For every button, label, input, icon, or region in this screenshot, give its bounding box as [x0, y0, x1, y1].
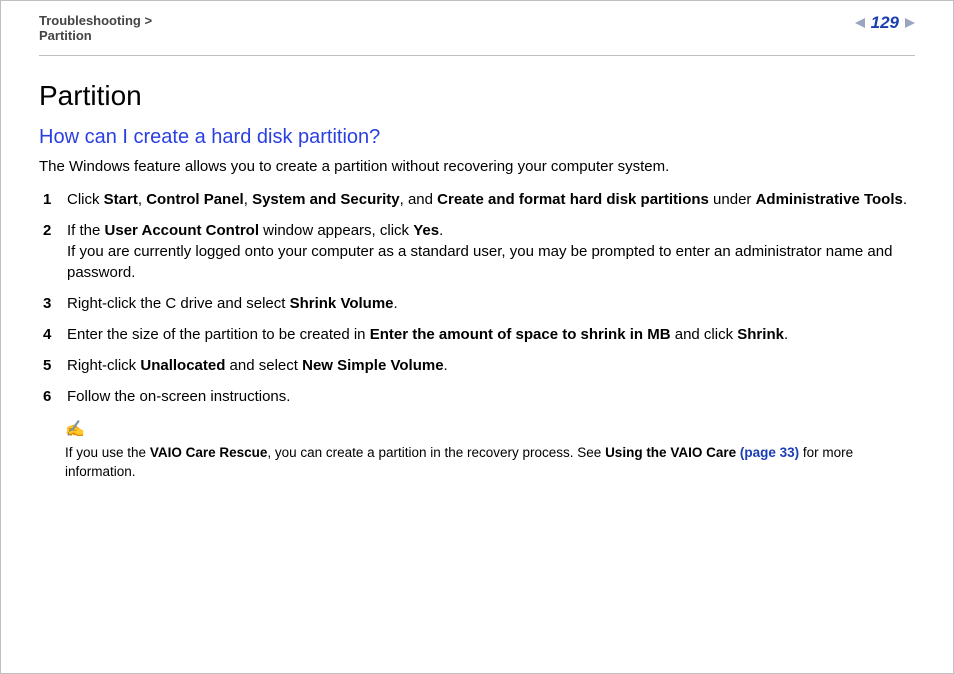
step-number: 1 — [43, 189, 67, 210]
section-heading: How can I create a hard disk partition? — [39, 126, 915, 149]
step-text: Click Start, Control Panel, System and S… — [67, 189, 915, 210]
prev-page-icon[interactable] — [855, 18, 865, 28]
step-text: If the User Account Control window appea… — [67, 220, 915, 283]
next-page-icon[interactable] — [905, 18, 915, 28]
step-number: 6 — [43, 386, 67, 407]
breadcrumb-separator: > — [144, 13, 152, 28]
note-icon: ✍ — [65, 419, 85, 441]
page-title: Partition — [39, 80, 915, 112]
breadcrumb-level-1[interactable]: Troubleshooting — [39, 13, 141, 28]
note-text: If you use the VAIO Care Rescue, you can… — [65, 445, 853, 479]
step-item: 1Click Start, Control Panel, System and … — [43, 189, 915, 210]
step-number: 2 — [43, 220, 67, 241]
breadcrumb: Troubleshooting > Partition 129 — [1, 1, 953, 49]
page-number: 129 — [871, 13, 899, 33]
step-item: 4Enter the size of the partition to be c… — [43, 324, 915, 345]
step-text: Right-click the C drive and select Shrin… — [67, 293, 915, 314]
step-item: 5Right-click Unallocated and select New … — [43, 355, 915, 376]
step-item: 2If the User Account Control window appe… — [43, 220, 915, 283]
step-number: 3 — [43, 293, 67, 314]
step-number: 4 — [43, 324, 67, 345]
header-divider — [39, 55, 915, 56]
content-area: Partition How can I create a hard disk p… — [1, 50, 953, 491]
step-text: Enter the size of the partition to be cr… — [67, 324, 915, 345]
step-text: Right-click Unallocated and select New S… — [67, 355, 915, 376]
step-item: 3Right-click the C drive and select Shri… — [43, 293, 915, 314]
note-block: ✍ If you use the VAIO Care Rescue, you c… — [65, 419, 915, 481]
step-item: 6Follow the on-screen instructions. — [43, 386, 915, 407]
page-nav: 129 — [855, 13, 915, 33]
page-link[interactable]: (page 33) — [740, 445, 799, 460]
breadcrumb-level-2[interactable]: Partition — [39, 28, 92, 43]
step-text: Follow the on-screen instructions. — [67, 386, 915, 407]
steps-list: 1Click Start, Control Panel, System and … — [39, 189, 915, 407]
intro-paragraph: The Windows feature allows you to create… — [39, 157, 915, 177]
step-number: 5 — [43, 355, 67, 376]
